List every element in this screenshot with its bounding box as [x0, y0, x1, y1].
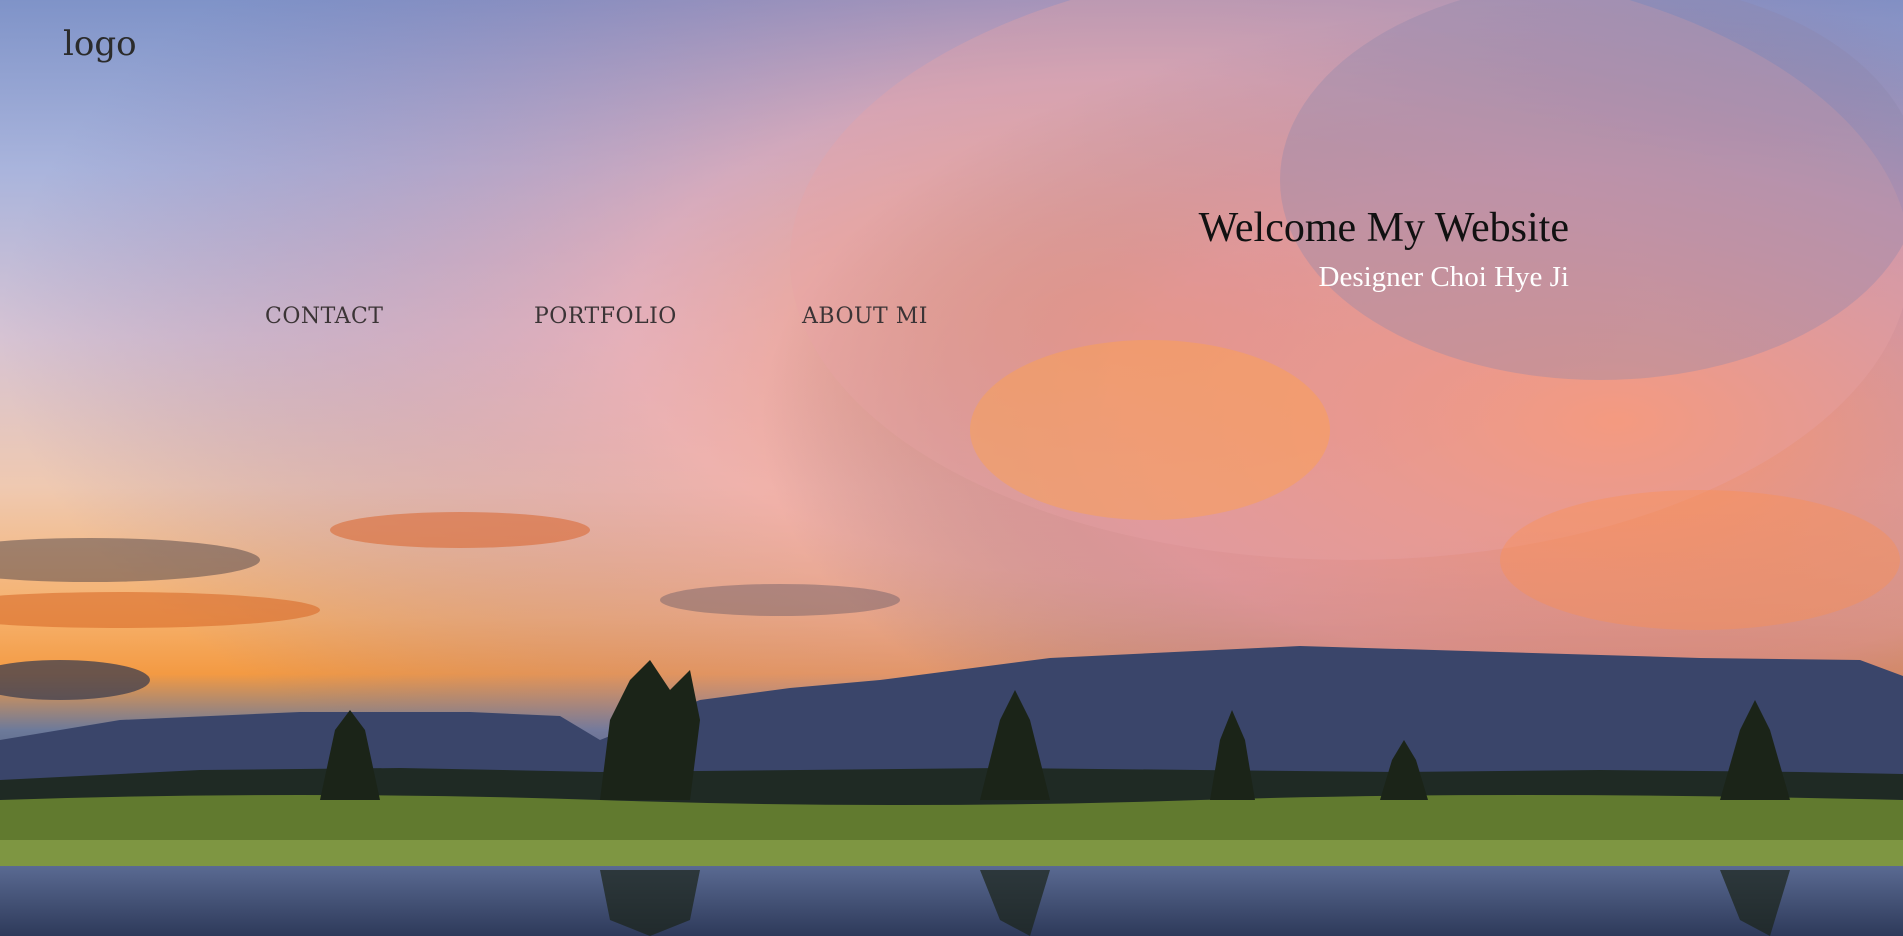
nav-about-link[interactable]: ABOUT MI	[802, 304, 928, 329]
site-logo[interactable]: logo	[63, 24, 137, 64]
nav-contact-link[interactable]: CONTACT	[265, 304, 383, 329]
hero-title: Welcome My Website	[1198, 205, 1569, 251]
main-navigation: CONTACT PORTFOLIO ABOUT MI	[0, 304, 1000, 334]
hero-background: logo CONTACT PORTFOLIO ABOUT MI Welcome …	[0, 0, 1903, 936]
landscape-background-image	[0, 0, 1903, 936]
hero-subtitle: Designer Choi Hye Ji	[1318, 261, 1570, 294]
hero-welcome: Welcome My Website Designer Choi Hye Ji	[1199, 205, 1569, 294]
nav-portfolio-link[interactable]: PORTFOLIO	[534, 304, 677, 329]
